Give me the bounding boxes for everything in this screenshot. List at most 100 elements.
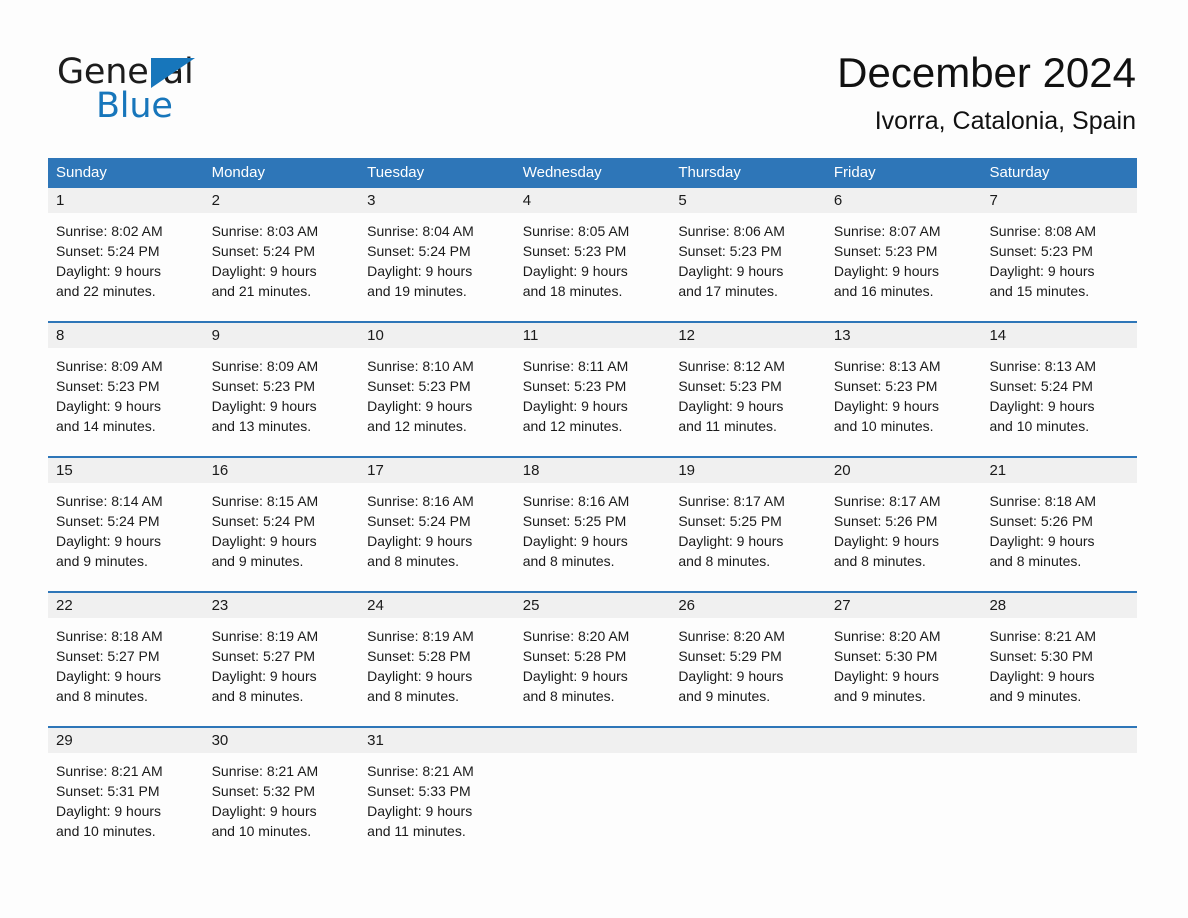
day-cell[interactable]: Sunrise: 8:09 AM Sunset: 5:23 PM Dayligh…: [48, 348, 204, 456]
day-number[interactable]: 18: [515, 458, 671, 483]
generalblue-logo[interactable]: General Blue: [57, 52, 237, 130]
day-number[interactable]: 5: [670, 188, 826, 213]
day-number[interactable]: 14: [981, 323, 1137, 348]
sunrise-text: Sunrise: 8:18 AM: [56, 628, 163, 644]
day-number[interactable]: 9: [204, 323, 360, 348]
day-cell[interactable]: Sunrise: 8:18 AM Sunset: 5:27 PM Dayligh…: [48, 618, 204, 726]
day-cell[interactable]: Sunrise: 8:21 AM Sunset: 5:30 PM Dayligh…: [981, 618, 1137, 726]
day-cell[interactable]: Sunrise: 8:10 AM Sunset: 5:23 PM Dayligh…: [359, 348, 515, 456]
logo-text-blue: Blue: [96, 86, 173, 126]
day-cell[interactable]: Sunrise: 8:19 AM Sunset: 5:28 PM Dayligh…: [359, 618, 515, 726]
day-cell[interactable]: Sunrise: 8:20 AM Sunset: 5:28 PM Dayligh…: [515, 618, 671, 726]
daylight-text-line2: and 8 minutes.: [678, 553, 771, 569]
daylight-text-line1: Daylight: 9 hours: [678, 263, 784, 279]
day-number[interactable]: 11: [515, 323, 671, 348]
day-number[interactable]: 22: [48, 593, 204, 618]
sunset-text: Sunset: 5:23 PM: [678, 243, 782, 259]
day-number[interactable]: 2: [204, 188, 360, 213]
daylight-text-line1: Daylight: 9 hours: [56, 803, 162, 819]
day-number[interactable]: 24: [359, 593, 515, 618]
day-cell-empty: [515, 753, 671, 861]
sunset-text: Sunset: 5:27 PM: [211, 648, 316, 664]
day-number[interactable]: 12: [670, 323, 826, 348]
weekday-header-tuesday: Tuesday: [367, 164, 425, 181]
daylight-text-line2: and 9 minutes.: [833, 688, 926, 704]
day-cell[interactable]: Sunrise: 8:02 AM Sunset: 5:24 PM Dayligh…: [48, 213, 204, 321]
day-number[interactable]: 4: [515, 188, 671, 213]
day-number[interactable]: 23: [204, 593, 360, 618]
daylight-text-line1: Daylight: 9 hours: [989, 263, 1095, 279]
daylight-text-line2: and 8 minutes.: [522, 553, 615, 569]
day-number[interactable]: 19: [670, 458, 826, 483]
daylight-text-line1: Daylight: 9 hours: [56, 263, 162, 279]
day-number[interactable]: 31: [359, 728, 515, 753]
day-number[interactable]: 25: [515, 593, 671, 618]
day-cell[interactable]: Sunrise: 8:21 AM Sunset: 5:32 PM Dayligh…: [204, 753, 360, 861]
day-number[interactable]: 7: [981, 188, 1137, 213]
week-row: 29 30 31 Sunrise: 8:21 AM Sunset: 5:31 P…: [48, 726, 1137, 861]
sunset-text: Sunset: 5:31 PM: [56, 783, 160, 799]
day-cell[interactable]: Sunrise: 8:15 AM Sunset: 5:24 PM Dayligh…: [204, 483, 360, 591]
day-cell[interactable]: Sunrise: 8:13 AM Sunset: 5:24 PM Dayligh…: [981, 348, 1137, 456]
day-cell[interactable]: Sunrise: 8:21 AM Sunset: 5:31 PM Dayligh…: [48, 753, 204, 861]
day-number[interactable]: 15: [48, 458, 204, 483]
daylight-text-line2: and 17 minutes.: [678, 283, 778, 299]
day-number[interactable]: 13: [826, 323, 982, 348]
day-cell[interactable]: Sunrise: 8:03 AM Sunset: 5:24 PM Dayligh…: [204, 213, 360, 321]
daylight-text-line2: and 8 minutes.: [833, 553, 926, 569]
day-cell[interactable]: Sunrise: 8:04 AM Sunset: 5:24 PM Dayligh…: [359, 213, 515, 321]
daylight-text-line2: and 22 minutes.: [56, 283, 156, 299]
sunset-text: Sunset: 5:26 PM: [833, 513, 938, 529]
sunset-text: Sunset: 5:23 PM: [678, 378, 782, 394]
day-cell[interactable]: Sunrise: 8:16 AM Sunset: 5:24 PM Dayligh…: [359, 483, 515, 591]
day-cell[interactable]: Sunrise: 8:06 AM Sunset: 5:23 PM Dayligh…: [670, 213, 826, 321]
day-number[interactable]: 28: [981, 593, 1137, 618]
day-details-row: Sunrise: 8:14 AM Sunset: 5:24 PM Dayligh…: [48, 483, 1137, 591]
day-cell[interactable]: Sunrise: 8:18 AM Sunset: 5:26 PM Dayligh…: [981, 483, 1137, 591]
day-number-empty: [670, 728, 826, 753]
day-number[interactable]: 17: [359, 458, 515, 483]
daylight-text-line2: and 8 minutes.: [367, 688, 459, 704]
day-number[interactable]: 20: [826, 458, 982, 483]
sunset-text: Sunset: 5:29 PM: [678, 648, 782, 664]
daylight-text-line2: and 13 minutes.: [211, 418, 312, 434]
sunrise-text: Sunrise: 8:07 AM: [833, 223, 941, 239]
day-cell[interactable]: Sunrise: 8:14 AM Sunset: 5:24 PM Dayligh…: [48, 483, 204, 591]
day-number[interactable]: 21: [981, 458, 1137, 483]
day-cell[interactable]: Sunrise: 8:05 AM Sunset: 5:23 PM Dayligh…: [515, 213, 671, 321]
daylight-text-line1: Daylight: 9 hours: [989, 398, 1095, 414]
day-number[interactable]: 29: [48, 728, 204, 753]
day-cell[interactable]: Sunrise: 8:17 AM Sunset: 5:26 PM Dayligh…: [826, 483, 982, 591]
day-number[interactable]: 27: [826, 593, 982, 618]
day-number[interactable]: 10: [359, 323, 515, 348]
day-cell[interactable]: Sunrise: 8:19 AM Sunset: 5:27 PM Dayligh…: [204, 618, 360, 726]
day-cell[interactable]: Sunrise: 8:21 AM Sunset: 5:33 PM Dayligh…: [359, 753, 515, 861]
day-number-empty: [826, 728, 982, 753]
day-cell[interactable]: Sunrise: 8:20 AM Sunset: 5:30 PM Dayligh…: [826, 618, 982, 726]
day-number[interactable]: 16: [204, 458, 360, 483]
weekday-header-wednesday: Wednesday: [522, 164, 602, 181]
day-number[interactable]: 26: [670, 593, 826, 618]
day-number-empty: [515, 728, 671, 753]
day-number[interactable]: 8: [48, 323, 204, 348]
day-cell[interactable]: Sunrise: 8:17 AM Sunset: 5:25 PM Dayligh…: [670, 483, 826, 591]
day-number[interactable]: 1: [48, 188, 204, 213]
day-cell[interactable]: Sunrise: 8:07 AM Sunset: 5:23 PM Dayligh…: [826, 213, 982, 321]
day-cell[interactable]: Sunrise: 8:11 AM Sunset: 5:23 PM Dayligh…: [515, 348, 671, 456]
sunrise-text: Sunrise: 8:17 AM: [678, 493, 785, 509]
daylight-text-line2: and 9 minutes.: [989, 688, 1082, 704]
weekday-header-friday: Friday: [833, 164, 876, 181]
day-cell[interactable]: Sunrise: 8:09 AM Sunset: 5:23 PM Dayligh…: [204, 348, 360, 456]
day-cell[interactable]: Sunrise: 8:08 AM Sunset: 5:23 PM Dayligh…: [981, 213, 1137, 321]
day-cell[interactable]: Sunrise: 8:20 AM Sunset: 5:29 PM Dayligh…: [670, 618, 826, 726]
sunrise-text: Sunrise: 8:09 AM: [211, 358, 319, 374]
day-cell[interactable]: Sunrise: 8:16 AM Sunset: 5:25 PM Dayligh…: [515, 483, 671, 591]
day-number[interactable]: 30: [204, 728, 360, 753]
day-cell[interactable]: Sunrise: 8:13 AM Sunset: 5:23 PM Dayligh…: [826, 348, 982, 456]
sunrise-text: Sunrise: 8:12 AM: [678, 358, 785, 374]
daylight-text-line1: Daylight: 9 hours: [833, 263, 939, 279]
day-number[interactable]: 6: [826, 188, 982, 213]
day-cell[interactable]: Sunrise: 8:12 AM Sunset: 5:23 PM Dayligh…: [670, 348, 826, 456]
day-details-row: Sunrise: 8:21 AM Sunset: 5:31 PM Dayligh…: [48, 753, 1137, 861]
day-number[interactable]: 3: [359, 188, 515, 213]
